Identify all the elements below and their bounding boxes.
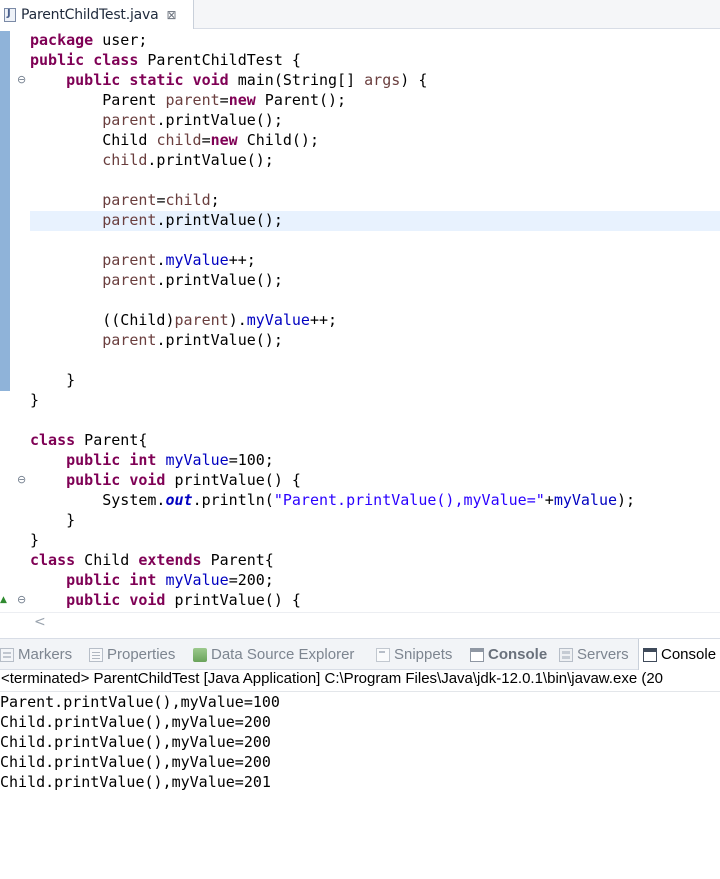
tab-label: Snippets (394, 646, 453, 663)
markers-icon (0, 647, 14, 662)
tab-label: Servers (577, 646, 629, 663)
code-line: parent.myValue++; (102, 251, 256, 269)
close-tab-icon[interactable]: ⊠ (166, 8, 176, 22)
tab-snippets[interactable]: Snippets (376, 639, 452, 670)
code-text[interactable]: package user; public class ParentChildTes… (30, 31, 720, 611)
code-line: parent.printValue(); (102, 331, 283, 349)
code-line: Child child=new Child(); (30, 131, 319, 149)
code-line: ​ (30, 171, 720, 191)
snippets-icon (376, 647, 390, 662)
console-icon (470, 647, 484, 662)
editor-tab-bar: ParentChildTest.java ⊠ (0, 0, 720, 29)
tab-properties[interactable]: Properties (89, 639, 175, 670)
data-source-explorer-icon (193, 647, 207, 662)
code-line: public int myValue=200; (66, 571, 274, 589)
console-icon (643, 647, 657, 662)
console-output-line: Child.printValue(),myValue=200 (0, 713, 271, 731)
code-line: ​ (30, 231, 720, 251)
scroll-left-icon[interactable]: < (34, 614, 46, 630)
console-output-line: Child.printValue(),myValue=200 (0, 733, 271, 751)
tab-label: Console (661, 646, 717, 663)
code-line: parent.printValue(); (102, 111, 283, 129)
code-line: public void printValue() { (66, 471, 301, 489)
view-tab-bar: Markers Properties Data Source Explorer … (0, 638, 720, 670)
code-line: child.printValue(); (102, 151, 274, 169)
code-line: } (30, 371, 76, 389)
tab-label: Data Source Explorer (211, 646, 355, 663)
tab-data-source-explorer[interactable]: Data Source Explorer (193, 639, 354, 670)
code-line: parent.printValue(); (102, 271, 283, 289)
tab-servers[interactable]: Servers (559, 639, 629, 670)
code-line: ​ (30, 291, 720, 311)
editor-horizontal-scrollbar[interactable]: < (0, 612, 720, 632)
console-output[interactable]: Parent.printValue(),myValue=100 Child.pr… (0, 693, 720, 793)
change-marker-bar (0, 31, 10, 391)
code-line: public static void main(String[] args) { (66, 71, 428, 89)
editor-left-ruler (0, 29, 10, 612)
code-line: public int myValue=100; (66, 451, 274, 469)
code-line: package user; (30, 31, 148, 49)
code-line: } (30, 511, 76, 529)
code-line: class Child extends Parent{ (30, 551, 274, 569)
code-editor[interactable]: ⊖ ⊖ ▲ ⊖ package user; public class Parent… (0, 29, 720, 612)
code-line: System.out.println("Parent.printValue(),… (30, 491, 636, 509)
fold-toggle-icon[interactable]: ⊖ (17, 473, 26, 486)
java-file-icon (4, 7, 16, 22)
editor-tab-parentchildtest[interactable]: ParentChildTest.java ⊠ (0, 0, 194, 29)
fold-toggle-icon[interactable]: ⊖ (17, 593, 26, 606)
console-output-line: Child.printValue(),myValue=201 (0, 773, 271, 791)
code-line: } (30, 531, 40, 549)
tab-console[interactable]: Console (470, 639, 547, 670)
code-line: ​ (30, 351, 720, 371)
tab-label: Console (488, 646, 548, 663)
tab-console-active[interactable]: Console (638, 639, 720, 670)
console-process-header: <terminated> ParentChildTest [Java Appli… (0, 670, 720, 692)
code-line: public void printValue() { (66, 591, 301, 609)
code-line: ​ (30, 411, 720, 431)
code-line: } (30, 391, 40, 409)
editor-tab-label: ParentChildTest.java (21, 6, 159, 23)
tab-label: Properties (107, 646, 176, 663)
override-marker-icon: ▲ (0, 595, 7, 605)
fold-toggle-icon[interactable]: ⊖ (17, 73, 26, 86)
current-code-line: parent.printValue(); (30, 211, 720, 231)
tab-label: Markers (18, 646, 73, 663)
properties-icon (89, 647, 103, 662)
console-output-line: Parent.printValue(),myValue=100 (0, 693, 280, 711)
console-output-line: Child.printValue(),myValue=200 (0, 753, 271, 771)
tab-markers[interactable]: Markers (0, 639, 72, 670)
code-line: ((Child)parent).myValue++; (30, 311, 338, 329)
code-line: parent=child; (102, 191, 220, 209)
servers-icon (559, 647, 573, 662)
code-line: Parent parent=new Parent(); (30, 91, 347, 109)
code-line: class Parent{ (30, 431, 148, 449)
code-line: public class ParentChildTest { (30, 51, 301, 69)
